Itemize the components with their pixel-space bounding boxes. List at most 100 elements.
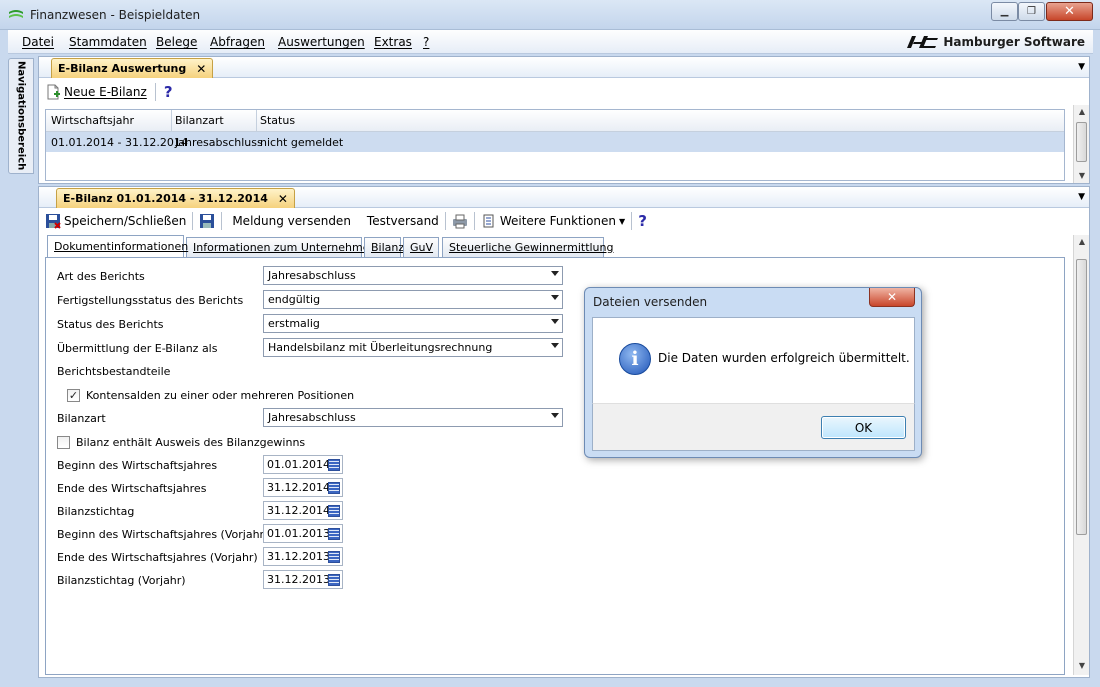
navigation-side-tab[interactable]: Navigationsbereich: [8, 58, 34, 174]
info-icon: i: [619, 343, 651, 375]
fertigstellung-select[interactable]: endgültig: [263, 290, 563, 309]
dialog-message: Die Daten wurden erfolgreich übermittelt…: [658, 351, 910, 365]
dialog-close-button[interactable]: ✕: [869, 288, 915, 307]
calendar-icon[interactable]: [328, 551, 340, 563]
calendar-icon[interactable]: [328, 574, 340, 586]
overview-scrollbar[interactable]: ▲ ▼: [1073, 105, 1089, 183]
tab-bilanz[interactable]: Bilanz: [364, 237, 404, 257]
bilanzart-select[interactable]: Jahresabschluss: [263, 408, 563, 427]
ok-button[interactable]: OK: [821, 416, 906, 439]
table-row[interactable]: 01.01.2014 - 31.12.2014 Jahresabschluss …: [46, 132, 1064, 152]
menu-auswertungen[interactable]: Auswertungen: [278, 35, 365, 49]
tab-unternehmen[interactable]: Informationen zum Unternehmen: [186, 237, 376, 257]
stichtag-vorjahr-date-field[interactable]: 31.12.2013: [263, 570, 343, 589]
printer-icon[interactable]: [452, 213, 468, 229]
help-icon[interactable]: ?: [164, 83, 173, 101]
column-header-wirtschaftsjahr[interactable]: Wirtschaftsjahr: [51, 114, 134, 127]
chevron-down-icon: [551, 413, 559, 418]
tab-dokumentinformationen[interactable]: Dokumentinformationen: [47, 235, 188, 257]
beginn-vorjahr-date-field[interactable]: 01.01.2013: [263, 524, 343, 543]
navigation-tab-label: Navigationsbereich: [15, 61, 27, 171]
art-select[interactable]: Jahresabschluss: [263, 266, 563, 285]
help-icon[interactable]: ?: [638, 212, 647, 230]
calendar-icon[interactable]: [328, 505, 340, 517]
column-header-bilanzart[interactable]: Bilanzart: [175, 114, 224, 127]
menu-abfragen[interactable]: Abfragen: [210, 35, 265, 49]
ende-vorjahr-date-field[interactable]: 31.12.2013: [263, 547, 343, 566]
scroll-thumb[interactable]: [1076, 122, 1087, 162]
overview-toolbar: Neue E-Bilanz ?: [39, 79, 1089, 105]
detail-scrollbar[interactable]: ▲ ▼: [1073, 235, 1089, 675]
stichtag-value: 31.12.2014: [267, 504, 330, 517]
toolbar-separator: [444, 212, 446, 230]
menu-datei[interactable]: Datei: [22, 35, 54, 49]
scroll-thumb[interactable]: [1076, 259, 1087, 535]
status-select[interactable]: erstmalig: [263, 314, 563, 333]
detail-tab-strip: E-Bilanz 01.01.2014 - 31.12.2014 ✕ ▼: [39, 187, 1089, 208]
tab-list-dropdown-icon[interactable]: ▼: [1078, 62, 1085, 72]
stichtag-date-field[interactable]: 31.12.2014: [263, 501, 343, 520]
stichtag-vorjahr-label: Bilanzstichtag (Vorjahr): [57, 574, 186, 587]
save-close-button[interactable]: Speichern/Schließen: [45, 213, 186, 229]
more-functions-label: Weitere Funktionen: [499, 214, 617, 228]
tab-list-dropdown-icon[interactable]: ▼: [1078, 192, 1085, 202]
ende-vorjahr-value: 31.12.2013: [267, 550, 330, 563]
overview-tab-strip: E-Bilanz Auswertung ✕ ▼: [39, 57, 1089, 78]
chevron-down-icon: [551, 295, 559, 300]
cell-bilanzart: Jahresabschluss: [175, 136, 263, 149]
chevron-down-icon: [551, 343, 559, 348]
close-window-button[interactable]: ✕: [1046, 2, 1093, 21]
menu-stammdaten[interactable]: Stammdaten: [69, 35, 147, 49]
beginn-vorjahr-label: Beginn des Wirtschaftsjahres (Vorjahr): [57, 528, 269, 541]
save-icon[interactable]: [199, 213, 215, 229]
more-functions-button[interactable]: Weitere Funktionen ▼: [481, 213, 625, 229]
send-report-button[interactable]: Meldung versenden: [232, 214, 351, 228]
tab-ebilanz-auswertung[interactable]: E-Bilanz Auswertung ✕: [51, 58, 214, 78]
uebermittlung-label: Übermittlung der E-Bilanz als: [57, 342, 218, 355]
close-tab-icon[interactable]: ✕: [196, 62, 206, 76]
beginn-date-field[interactable]: 01.01.2014: [263, 455, 343, 474]
chevron-down-icon: ▼: [619, 216, 626, 226]
test-send-button[interactable]: Testversand: [367, 214, 439, 228]
new-document-icon: [47, 84, 60, 100]
ende-date-field[interactable]: 31.12.2014: [263, 478, 343, 497]
toolbar-separator: [221, 212, 223, 230]
calendar-icon[interactable]: [328, 482, 340, 494]
tab-steuerliche-gewinnermittlung[interactable]: Steuerliche Gewinnermittlung: [442, 237, 613, 257]
dialog-footer: OK: [592, 403, 915, 451]
chevron-down-icon: [551, 319, 559, 324]
scroll-up-icon[interactable]: ▲: [1074, 107, 1090, 116]
scroll-down-icon[interactable]: ▼: [1074, 171, 1090, 180]
ende-value: 31.12.2014: [267, 481, 330, 494]
close-tab-icon[interactable]: ✕: [278, 192, 288, 206]
menu-help[interactable]: ?: [423, 35, 429, 49]
bilanzgewinn-checkbox[interactable]: [57, 436, 70, 449]
column-header-status[interactable]: Status: [260, 114, 295, 127]
restore-button[interactable]: ❐: [1018, 2, 1045, 21]
chevron-down-icon: [551, 271, 559, 276]
column-divider: [256, 110, 257, 132]
dialog-title: Dateien versenden: [593, 295, 708, 309]
new-ebilanz-button[interactable]: Neue E-Bilanz: [45, 84, 147, 100]
window-title: Finanzwesen - Beispieldaten: [30, 8, 201, 22]
kontensalden-checkbox[interactable]: ✓: [67, 389, 80, 402]
tab-guv[interactable]: GuV: [403, 237, 439, 257]
scroll-down-icon[interactable]: ▼: [1074, 661, 1090, 670]
grid-header: Wirtschaftsjahr Bilanzart Status: [46, 110, 1064, 132]
art-value: Jahresabschluss: [268, 269, 356, 282]
uebermittlung-value: Handelsbilanz mit Überleitungsrechnung: [268, 341, 493, 354]
dialog-body: i Die Daten wurden erfolgreich übermitte…: [592, 317, 915, 403]
scroll-up-icon[interactable]: ▲: [1074, 237, 1090, 246]
save-close-icon: [46, 214, 61, 229]
column-divider: [171, 110, 172, 132]
tab-ebilanz-2014[interactable]: E-Bilanz 01.01.2014 - 31.12.2014 ✕: [56, 188, 295, 208]
toolbar-separator: [154, 83, 156, 101]
menu-belege[interactable]: Belege: [156, 35, 197, 49]
toolbar-separator: [631, 212, 633, 230]
menu-extras[interactable]: Extras: [374, 35, 412, 49]
save-close-label: Speichern/Schließen: [64, 214, 187, 228]
calendar-icon[interactable]: [328, 459, 340, 471]
calendar-icon[interactable]: [328, 528, 340, 540]
uebermittlung-select[interactable]: Handelsbilanz mit Überleitungsrechnung: [263, 338, 563, 357]
minimize-button[interactable]: ▁: [991, 2, 1018, 21]
